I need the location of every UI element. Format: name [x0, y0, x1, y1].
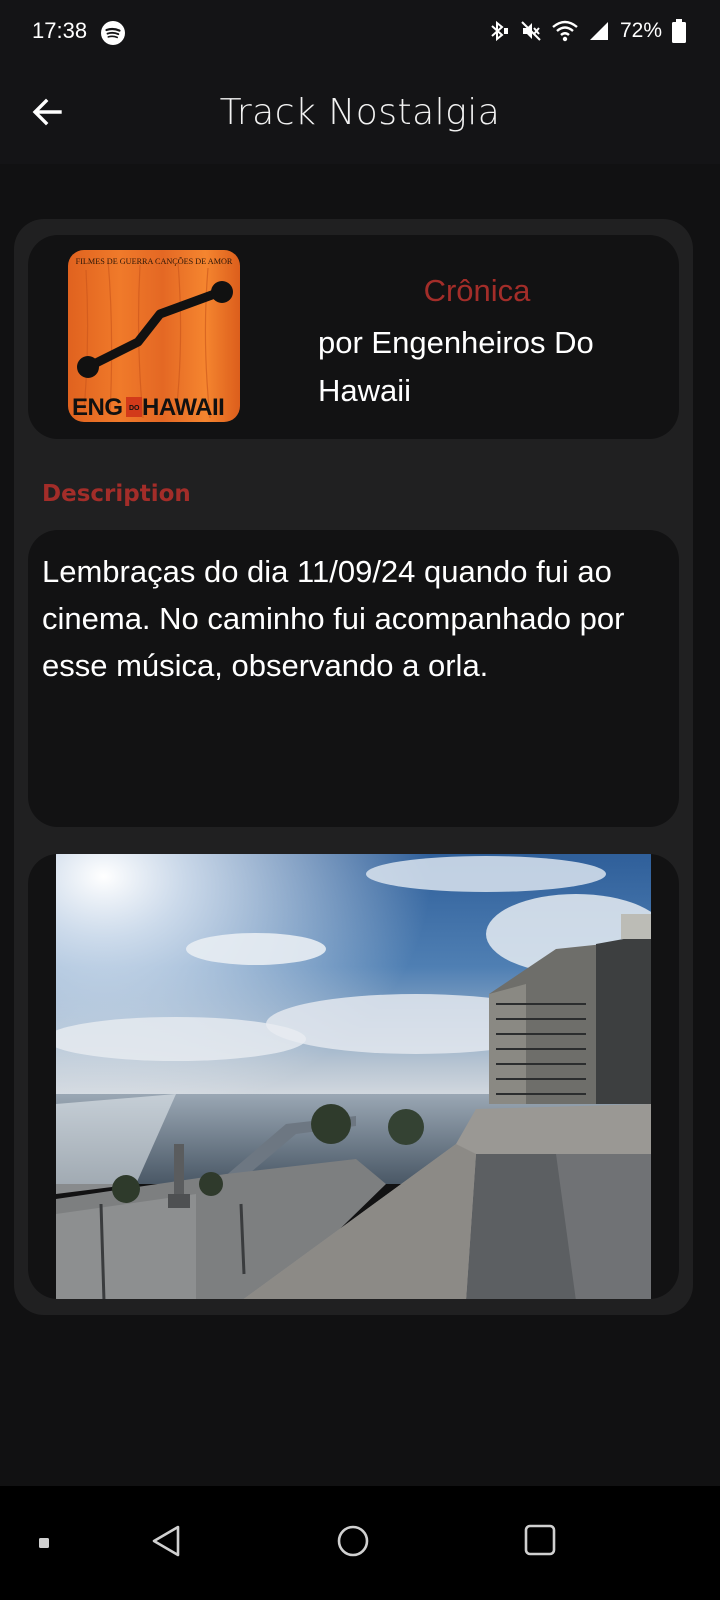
photo-card — [28, 854, 679, 1299]
bluetooth-icon — [491, 20, 508, 42]
status-bar: 17:38 72% — [0, 0, 720, 68]
svg-text:FILMES DE GUERRA CANÇÕES DE AM: FILMES DE GUERRA CANÇÕES DE AMOR — [76, 256, 233, 266]
mute-icon — [521, 21, 541, 41]
back-triangle-icon[interactable] — [150, 1524, 182, 1558]
battery-icon — [672, 19, 686, 43]
spotify-icon — [101, 21, 125, 45]
overview-square-icon[interactable] — [524, 1524, 556, 1556]
wifi-icon — [552, 20, 578, 42]
track-artist: por Engenheiros Do Hawaii — [318, 325, 594, 408]
track-title: Crônica — [423, 273, 531, 308]
svg-text:ENG: ENG — [72, 394, 123, 421]
battery-percent: 72% — [619, 19, 662, 42]
status-time: 17:38 — [32, 18, 88, 43]
system-nav-bar — [0, 1486, 720, 1600]
track-info-card: FILMES DE GUERRA CANÇÕES DE AMOR ENG DO … — [28, 235, 679, 439]
signal-icon — [589, 22, 608, 40]
app-bar: Track Nostalgia — [0, 68, 720, 164]
status-icons: 72% — [488, 16, 686, 46]
description-text: Lembraças do dia 11/09/24 quando fui ao … — [42, 554, 625, 683]
memory-photo[interactable] — [56, 854, 651, 1299]
recents-dot-icon[interactable] — [38, 1537, 50, 1549]
page-title: Track Nostalgia — [219, 92, 501, 133]
svg-text:HAWAII: HAWAII — [142, 394, 224, 421]
album-cover: FILMES DE GUERRA CANÇÕES DE AMOR ENG DO … — [68, 250, 240, 422]
svg-text:DO: DO — [129, 405, 140, 412]
home-circle-icon[interactable] — [336, 1524, 370, 1558]
description-box: Lembraças do dia 11/09/24 quando fui ao … — [28, 530, 679, 827]
description-label: Description — [42, 481, 191, 507]
track-detail-card: FILMES DE GUERRA CANÇÕES DE AMOR ENG DO … — [14, 219, 693, 1315]
